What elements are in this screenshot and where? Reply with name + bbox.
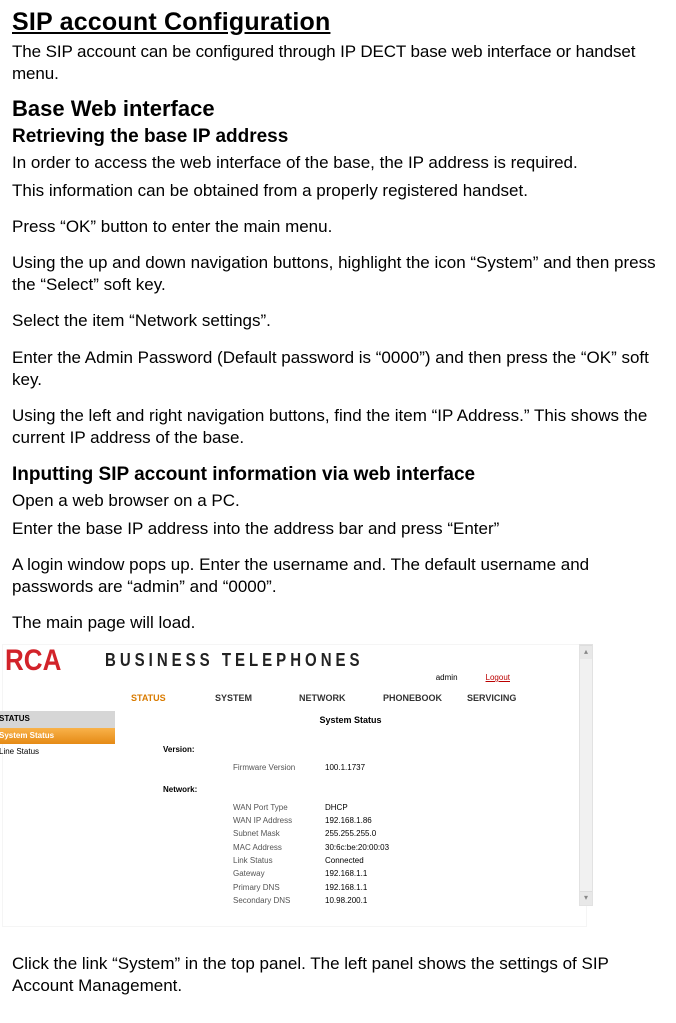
heading-inputting: Inputting SIP account information via we… bbox=[12, 463, 664, 488]
paragraph: Using the up and down navigation buttons… bbox=[12, 252, 664, 296]
sidebar-item-line-status[interactable]: Line Status bbox=[0, 744, 115, 760]
table-row: MAC Address30:6c:be:20:00:03 bbox=[233, 841, 389, 854]
table-row: Gateway192.168.1.1 bbox=[233, 868, 389, 881]
table-row: Subnet Mask255.255.255.0 bbox=[233, 828, 389, 841]
nav-system[interactable]: SYSTEM bbox=[215, 693, 299, 705]
table-row: Firmware Version 100.1.1737 bbox=[233, 761, 365, 774]
version-table: Firmware Version 100.1.1737 bbox=[233, 761, 365, 774]
paragraph: Using the left and right navigation butt… bbox=[12, 405, 664, 449]
section-version: Version: bbox=[163, 745, 578, 755]
section-network: Network: bbox=[163, 785, 578, 795]
page-title: SIP account Configuration bbox=[12, 6, 664, 39]
paragraph: In order to access the web interface of … bbox=[12, 152, 664, 174]
scrollbar[interactable]: ▴ ▾ bbox=[579, 644, 593, 906]
sidebar: STATUS System Status Line Status bbox=[0, 711, 115, 760]
table-row: WAN IP Address192.168.1.86 bbox=[233, 814, 389, 827]
nav-servicing[interactable]: SERVICING bbox=[467, 693, 551, 705]
scroll-up-icon[interactable]: ▴ bbox=[580, 645, 592, 659]
scroll-track[interactable] bbox=[580, 659, 592, 891]
table-row: WAN Port TypeDHCP bbox=[233, 801, 389, 814]
top-nav: STATUS SYSTEM NETWORK PHONEBOOK SERVICIN… bbox=[3, 687, 586, 711]
label-firmware-version: Firmware Version bbox=[233, 761, 325, 774]
paragraph: Press “OK” button to enter the main menu… bbox=[12, 216, 664, 238]
sidebar-heading: STATUS bbox=[0, 711, 115, 727]
table-row: Link StatusConnected bbox=[233, 855, 389, 868]
current-user: admin bbox=[436, 673, 458, 683]
network-table: WAN Port TypeDHCP WAN IP Address192.168.… bbox=[233, 801, 389, 908]
intro-text: The SIP account can be configured throug… bbox=[12, 41, 664, 85]
paragraph: This information can be obtained from a … bbox=[12, 180, 664, 202]
paragraph: Enter the Admin Password (Default passwo… bbox=[12, 347, 664, 391]
paragraph: Click the link “System” in the top panel… bbox=[12, 953, 664, 997]
web-interface-screenshot: RCA BUSINESS TELEPHONES admin Logout STA… bbox=[2, 644, 587, 927]
heading-base-web: Base Web interface bbox=[12, 95, 664, 124]
nav-status[interactable]: STATUS bbox=[131, 693, 215, 705]
nav-network[interactable]: NETWORK bbox=[299, 693, 383, 705]
sidebar-item-system-status[interactable]: System Status bbox=[0, 728, 115, 744]
heading-retrieve: Retrieving the base IP address bbox=[12, 125, 664, 150]
rca-logo: RCA bbox=[3, 647, 99, 675]
content-title: System Status bbox=[123, 711, 578, 745]
value-firmware-version: 100.1.1737 bbox=[325, 761, 365, 774]
brand-subtitle: BUSINESS TELEPHONES bbox=[105, 649, 364, 672]
table-row: Secondary DNS10.98.200.1 bbox=[233, 895, 389, 908]
paragraph: Select the item “Network settings”. bbox=[12, 310, 664, 332]
paragraph: A login window pops up. Enter the userna… bbox=[12, 554, 664, 598]
paragraph: Enter the base IP address into the addre… bbox=[12, 518, 664, 540]
paragraph: Open a web browser on a PC. bbox=[12, 490, 664, 512]
logout-link[interactable]: Logout bbox=[486, 673, 510, 683]
paragraph: The main page will load. bbox=[12, 612, 664, 634]
nav-phonebook[interactable]: PHONEBOOK bbox=[383, 693, 467, 705]
scroll-down-icon[interactable]: ▾ bbox=[580, 891, 592, 905]
table-row: Primary DNS192.168.1.1 bbox=[233, 881, 389, 894]
